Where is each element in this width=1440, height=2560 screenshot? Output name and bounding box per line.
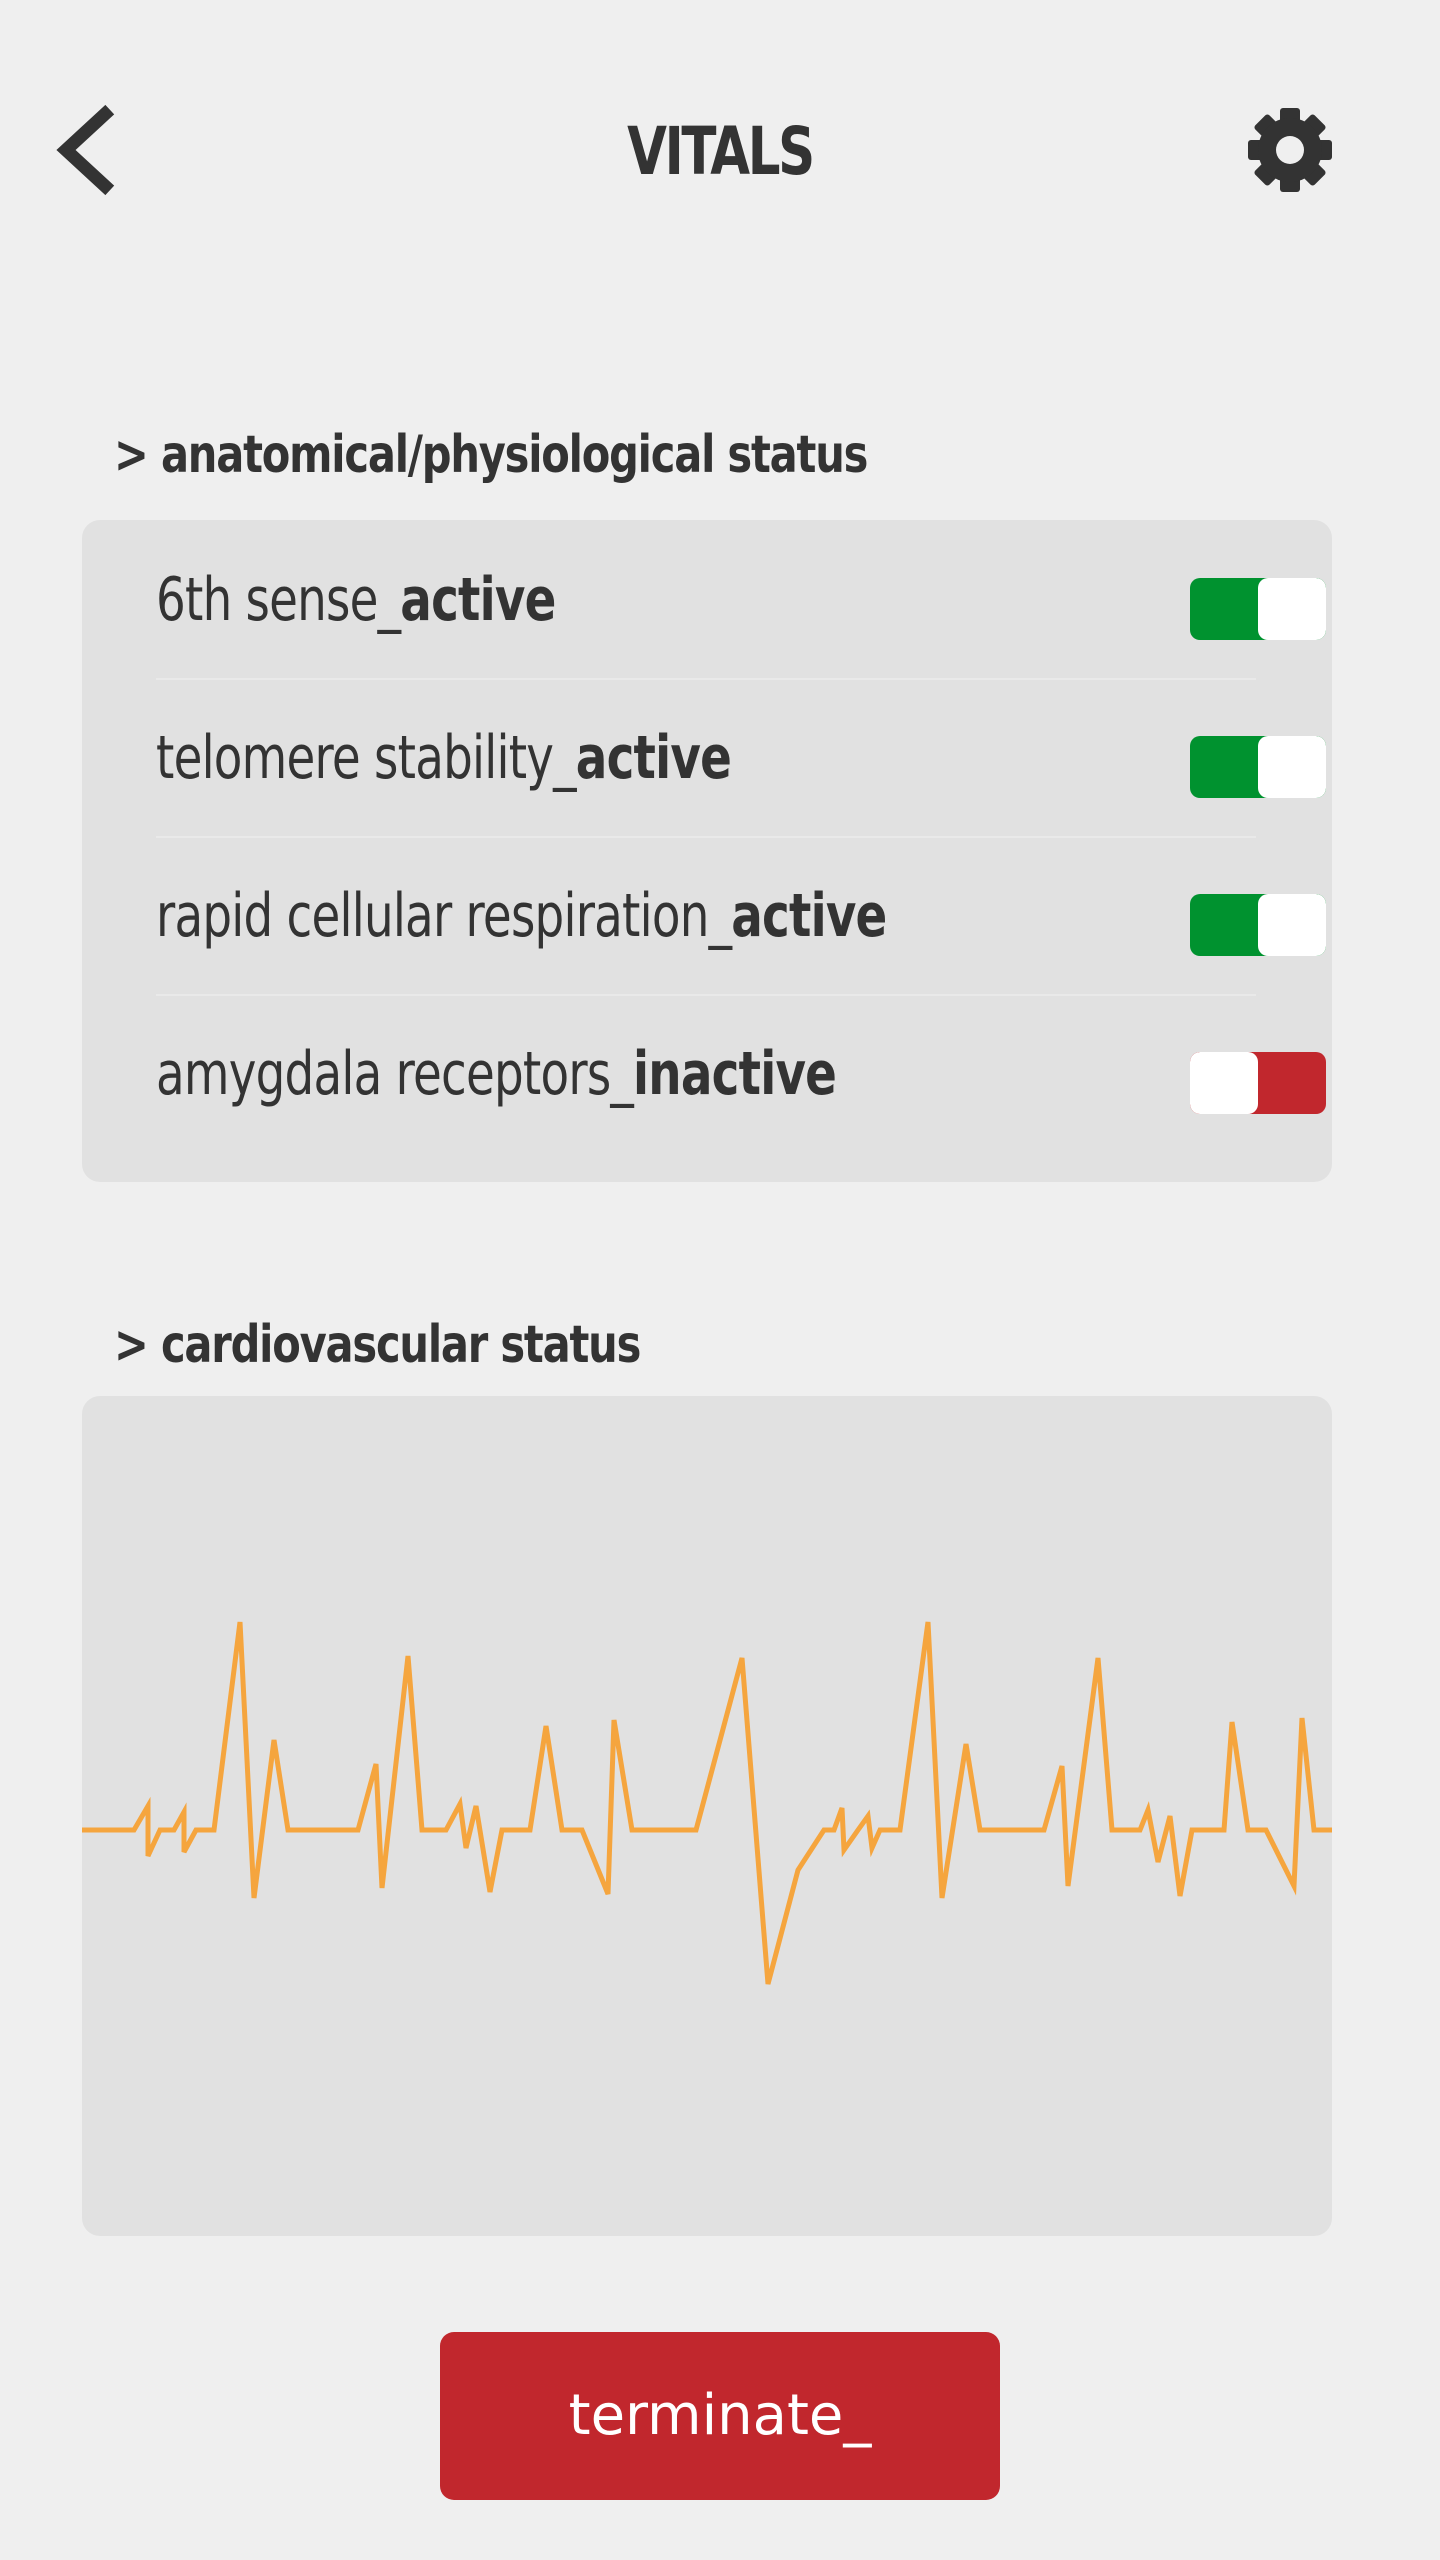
toggle-knob: [1258, 894, 1326, 956]
toggle-rapid-cellular-respiration[interactable]: [1190, 894, 1326, 956]
page-title: VITALS: [627, 113, 815, 190]
cardiovascular-chart-card: [82, 1396, 1332, 2236]
vital-label: telomere stability_active: [156, 723, 732, 793]
top-bar: VITALS: [0, 0, 1440, 300]
back-button[interactable]: [50, 100, 130, 200]
toggle-knob: [1258, 578, 1326, 640]
vital-label: rapid cellular respiration_active: [156, 881, 887, 951]
vital-row-6th-sense: 6th sense_active: [156, 520, 1326, 680]
vital-label: 6th sense_active: [156, 565, 556, 635]
vital-state: active: [400, 565, 556, 635]
vital-state: inactive: [633, 1039, 837, 1109]
anatomical-status-card: 6th sense_active telomere stability_acti…: [82, 520, 1332, 1182]
toggle-telomere-stability[interactable]: [1190, 736, 1326, 798]
cardiovascular-status-heading: > cardiovascular status: [114, 1315, 641, 1375]
vital-row-telomere-stability: telomere stability_active: [156, 678, 1326, 838]
toggle-6th-sense[interactable]: [1190, 578, 1326, 640]
vital-state: active: [575, 723, 732, 793]
ecg-waveform: [82, 1621, 1332, 1985]
vital-row-amygdala-receptors: amygdala receptors_inactive: [156, 994, 1326, 1152]
settings-button[interactable]: [1240, 100, 1340, 200]
vital-row-rapid-cellular-respiration: rapid cellular respiration_active: [156, 836, 1326, 996]
toggle-amygdala-receptors[interactable]: [1190, 1052, 1326, 1114]
chevron-left-icon: [56, 104, 115, 196]
ecg-line: [82, 1621, 1332, 1985]
anatomical-status-heading: > anatomical/physiological status: [114, 425, 868, 485]
terminate-button[interactable]: terminate_: [440, 2332, 1000, 2500]
toggle-knob: [1258, 736, 1326, 798]
gear-icon: [1248, 108, 1332, 192]
vital-state: active: [731, 881, 887, 951]
toggle-knob: [1190, 1052, 1258, 1114]
vital-label: amygdala receptors_inactive: [156, 1039, 837, 1109]
